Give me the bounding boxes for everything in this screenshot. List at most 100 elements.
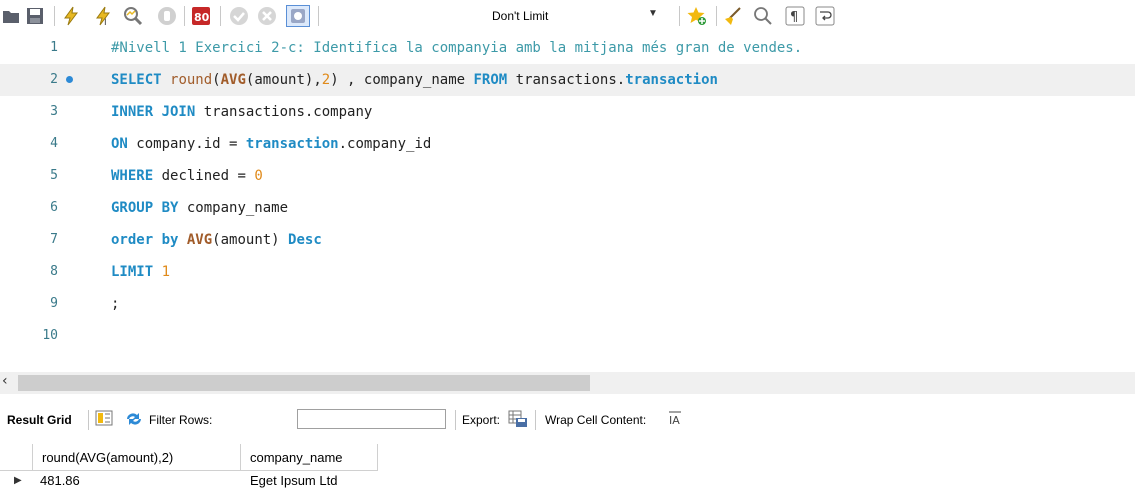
line-number: 6 — [50, 200, 58, 215]
query-toolbar: I 80 Don't Limit ▼ ¶ — [0, 0, 1135, 32]
filter-rows-label: Filter Rows: — [149, 413, 213, 427]
code-text: INNER JOIN transactions.company — [111, 96, 372, 128]
sql-text: company_name — [178, 200, 289, 216]
sql-number: 0 — [254, 168, 263, 184]
sql-function: round — [170, 72, 213, 88]
sql-text: ) , company_name — [330, 72, 474, 88]
code-line: 4 ON company.id = transaction.company_id — [0, 128, 1135, 160]
statement-marker-icon — [66, 76, 73, 83]
rollback-icon[interactable] — [256, 5, 278, 27]
invisible-chars-icon[interactable]: ¶ — [784, 5, 806, 27]
result-cell[interactable]: 481.86 — [36, 471, 80, 491]
sql-keyword: order by — [111, 232, 179, 248]
limit-rows-value: Don't Limit — [492, 9, 549, 23]
result-grid[interactable]: round(AVG(amount),2) company_name ▶ 481.… — [0, 444, 1135, 494]
sql-text: (amount) — [212, 232, 289, 248]
code-text: WHERE declined = 0 — [111, 160, 263, 192]
column-header[interactable]: company_name — [241, 444, 378, 471]
code-line: 1 #Nivell 1 Exercici 2-c: Identifica la … — [0, 32, 1135, 64]
sql-text: (amount), — [245, 72, 322, 88]
add-snippet-icon[interactable] — [685, 5, 709, 27]
current-row-icon: ▶ — [14, 475, 22, 486]
result-cell[interactable]: Eget Ipsum Ltd — [246, 471, 337, 491]
line-number: 2 — [50, 72, 58, 87]
sql-keyword: Desc — [288, 232, 322, 248]
sql-text: ; — [111, 296, 120, 312]
code-line: 3 INNER JOIN transactions.company — [0, 96, 1135, 128]
code-line: 7 order by AVG(amount) Desc — [0, 224, 1135, 256]
explain-icon[interactable] — [122, 5, 144, 27]
sql-object: transaction — [245, 136, 339, 152]
code-line: 8 LIMIT 1 — [0, 256, 1135, 288]
sql-keyword: INNER JOIN — [111, 104, 196, 120]
toggle-errors-icon[interactable]: 80 — [190, 5, 212, 27]
toolbar-separator — [679, 6, 680, 26]
code-line: 9 ; — [0, 288, 1135, 320]
code-line-current: 2 SELECT round(AVG(amount),2) , company_… — [0, 64, 1135, 96]
line-number: 1 — [50, 40, 58, 55]
code-text: ; — [111, 288, 119, 320]
execute-all-icon[interactable] — [60, 5, 82, 27]
sql-keyword: GROUP BY — [111, 200, 179, 216]
save-icon[interactable] — [24, 5, 46, 27]
sql-comment: #Nivell 1 Exercici 2-c: Identifica la co… — [111, 40, 803, 56]
open-folder-icon[interactable] — [0, 5, 22, 27]
wrap-cell-label: Wrap Cell Content: — [545, 413, 647, 427]
autocommit-icon[interactable] — [286, 5, 310, 27]
line-number: 4 — [50, 136, 58, 151]
sql-number: 1 — [161, 264, 171, 280]
sql-function: AVG — [186, 232, 213, 248]
toolbar-separator — [455, 410, 456, 430]
sql-text: company.id = — [127, 136, 246, 152]
sql-keyword: WHERE — [111, 168, 154, 184]
limit-rows-select[interactable]: Don't Limit ▼ — [484, 7, 666, 25]
line-number: 10 — [42, 328, 58, 343]
wrap-cell-icon[interactable]: IA — [667, 410, 683, 429]
svg-text:I: I — [104, 18, 107, 26]
toolbar-separator — [54, 6, 55, 26]
svg-text:80: 80 — [194, 11, 210, 24]
line-number: 3 — [50, 104, 58, 119]
scroll-left-icon[interactable]: ‹ — [2, 373, 8, 389]
sql-editor[interactable]: 1 #Nivell 1 Exercici 2-c: Identifica la … — [0, 32, 1135, 366]
code-text: order by AVG(amount) Desc — [111, 224, 322, 256]
code-text: GROUP BY company_name — [111, 192, 288, 224]
toolbar-separator — [318, 6, 319, 26]
toolbar-separator — [88, 410, 89, 430]
sql-text: .company_id — [338, 136, 432, 152]
code-text: LIMIT 1 — [111, 256, 170, 288]
execute-current-icon[interactable]: I — [92, 5, 114, 27]
scrollbar-thumb[interactable] — [18, 375, 590, 391]
line-number: 7 — [50, 232, 58, 247]
result-grid-tab[interactable]: Result Grid — [7, 413, 72, 427]
sql-function: AVG — [220, 72, 246, 88]
sql-keyword: LIMIT — [111, 264, 154, 280]
form-editor-icon[interactable] — [95, 410, 113, 429]
line-number: 8 — [50, 264, 58, 279]
sql-text: declined = — [153, 168, 255, 184]
sql-keyword: FROM — [473, 72, 508, 88]
word-wrap-icon[interactable] — [814, 5, 836, 27]
filter-rows-input[interactable] — [297, 409, 446, 429]
sql-keyword: SELECT — [111, 72, 162, 88]
sql-text: transactions.company — [195, 104, 373, 120]
horizontal-scrollbar[interactable]: ‹ — [0, 372, 1135, 394]
find-icon[interactable] — [752, 5, 774, 27]
refresh-icon[interactable] — [124, 410, 144, 431]
sql-text: transactions. — [507, 72, 626, 88]
export-label: Export: — [462, 413, 501, 427]
beautify-icon[interactable] — [722, 5, 744, 27]
toolbar-separator — [184, 6, 185, 26]
toolbar-separator — [535, 410, 536, 430]
export-icon[interactable] — [508, 410, 528, 431]
column-header[interactable]: round(AVG(amount),2) — [33, 444, 241, 471]
svg-text:¶: ¶ — [790, 10, 798, 25]
line-number: 5 — [50, 168, 58, 183]
commit-icon[interactable] — [228, 5, 250, 27]
stop-icon[interactable] — [156, 5, 178, 27]
code-line: 10 — [0, 320, 1135, 352]
code-line: 5 WHERE declined = 0 — [0, 160, 1135, 192]
sql-number: 2 — [321, 72, 331, 88]
code-text: ON company.id = transaction.company_id — [111, 128, 431, 160]
